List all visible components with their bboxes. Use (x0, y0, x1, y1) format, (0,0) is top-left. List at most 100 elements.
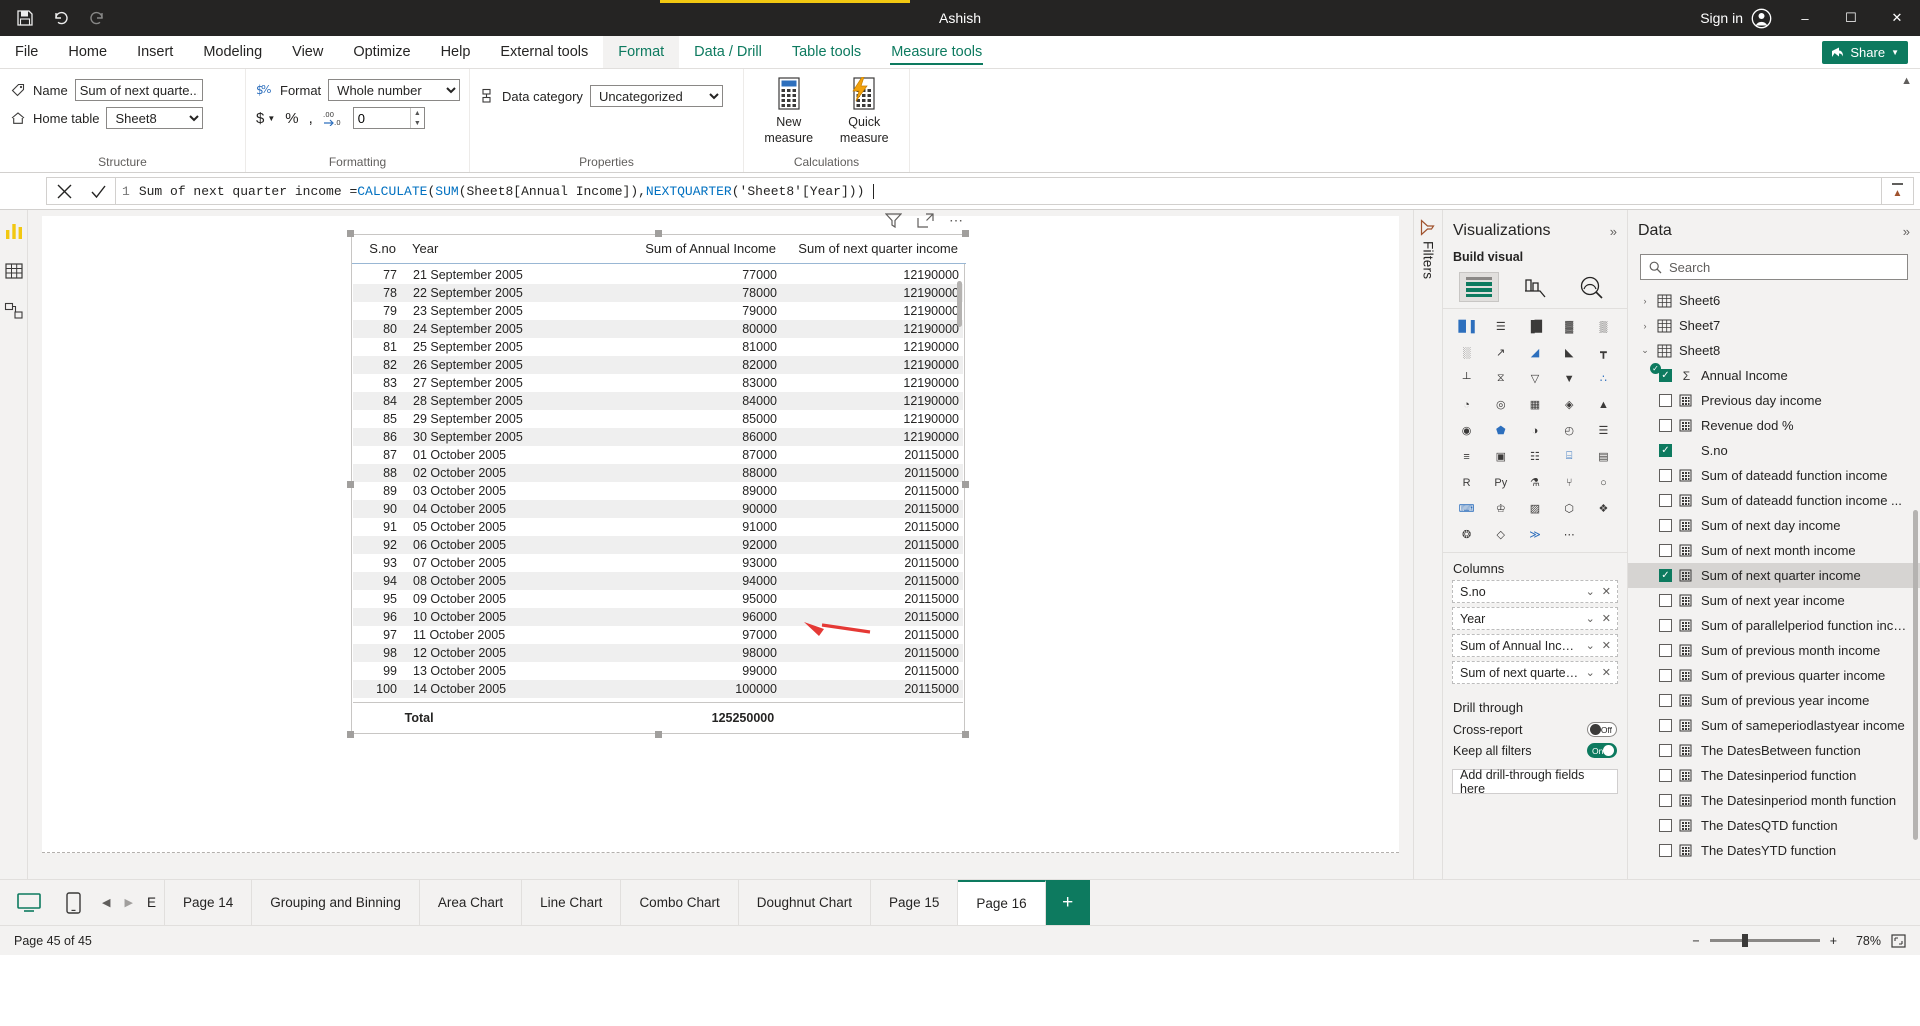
column-well-chip[interactable]: Sum of Annual Income⌄✕ (1452, 634, 1618, 657)
table-row[interactable]: 9711 October 20059700020115000 (353, 626, 963, 644)
chevron-down-icon[interactable]: ⌄ (1584, 585, 1597, 598)
table-row[interactable]: 8630 September 20058600012190000 (353, 428, 963, 446)
stacked-area-chart-icon[interactable]: ◣ (1554, 341, 1585, 364)
table-row[interactable]: 7721 September 20057700012190000 (353, 266, 963, 284)
field-checkbox[interactable] (1659, 694, 1672, 707)
field-checkbox[interactable] (1659, 544, 1672, 557)
line-and-stacked-column-icon[interactable]: ┳ (1588, 341, 1619, 364)
deneb-visual-icon[interactable]: ≫ (1519, 523, 1550, 546)
zoom-slider[interactable] (1710, 939, 1820, 942)
page-tab-page-14[interactable]: Page 14 (165, 880, 252, 925)
table-row[interactable]: 9509 October 20059500020115000 (353, 590, 963, 608)
column-header-year[interactable]: Year (404, 235, 599, 264)
drill-through-drop-target[interactable]: Add drill-through fields here (1452, 769, 1618, 794)
decrease-decimal-icon[interactable]: .00.0 (323, 110, 343, 126)
table-row[interactable]: 7923 September 20057900012190000 (353, 302, 963, 320)
globe-visual-icon[interactable]: ❂ (1451, 523, 1482, 546)
close-button[interactable]: ✕ (1874, 0, 1920, 36)
field-checkbox[interactable] (1659, 744, 1672, 757)
clustered-bar-chart-icon[interactable]: ▐▉ (1519, 315, 1550, 338)
data-field-row[interactable]: Sum of sameperiodlastyear income (1628, 713, 1920, 738)
line-chart-icon[interactable]: ↗ (1485, 341, 1516, 364)
page-tab-page-15[interactable]: Page 15 (871, 880, 958, 925)
table-row[interactable]: 9408 October 20059400020115000 (353, 572, 963, 590)
model-view-icon[interactable] (3, 300, 25, 322)
waterfall-chart-icon[interactable]: ▽ (1519, 367, 1550, 390)
data-field-row[interactable]: Sum of next month income (1628, 538, 1920, 563)
hundred-percent-stacked-column-icon[interactable]: ░ (1451, 341, 1482, 364)
table-row[interactable]: 8701 October 20058700020115000 (353, 446, 963, 464)
gauge-chart-icon[interactable]: ◴ (1554, 419, 1585, 442)
resize-handle-sw[interactable] (347, 731, 354, 738)
table-row[interactable]: 9812 October 20059800020115000 (353, 644, 963, 662)
dax-formula-input[interactable]: 1 Sum of next quarter income = CALCULATE… (116, 177, 1882, 205)
page-tab-area-chart[interactable]: Area Chart (420, 880, 522, 925)
prev-page-arrow[interactable]: ◀ (102, 896, 110, 909)
filled-map-icon[interactable]: ▲ (1588, 393, 1619, 416)
table-row[interactable]: 7822 September 20057800012190000 (353, 284, 963, 302)
resize-handle-s[interactable] (655, 731, 662, 738)
table-row[interactable]: 8327 September 20058300012190000 (353, 374, 963, 392)
ribbon-tab-modeling[interactable]: Modeling (188, 36, 277, 68)
ribbon-tab-table-tools[interactable]: Table tools (777, 36, 876, 68)
mobile-layout-icon[interactable] (60, 890, 86, 916)
new-measure-button[interactable]: New measure (754, 75, 824, 146)
more-options-icon[interactable]: ⋯ (949, 212, 965, 229)
ribbon-tab-format[interactable]: Format (603, 36, 679, 68)
table-row[interactable]: 10115 October 200510100020115000 (353, 698, 963, 701)
zoom-in-button[interactable]: + (1830, 934, 1837, 948)
donut-chart-icon[interactable]: ◎ (1485, 393, 1516, 416)
measure-name-input[interactable] (75, 79, 203, 101)
chevron-right-icon[interactable]: › (1640, 296, 1650, 306)
chevron-down-icon[interactable]: ⌄ (1640, 345, 1650, 356)
add-page-button[interactable]: + (1046, 880, 1090, 925)
power-apps-icon[interactable]: ⬡ (1554, 497, 1585, 520)
q-and-a-icon[interactable]: ○ (1588, 471, 1619, 494)
ribbon-tab-external-tools[interactable]: External tools (485, 36, 603, 68)
share-button[interactable]: Share ▼ (1822, 41, 1908, 64)
remove-x-icon[interactable]: ✕ (1600, 639, 1613, 652)
table-row[interactable]: 8125 September 20058100012190000 (353, 338, 963, 356)
chevron-right-icon[interactable]: » (1903, 224, 1910, 239)
pie-chart-icon[interactable]: ◔ (1451, 393, 1482, 416)
stacked-bar-chart-icon[interactable]: ▉▐ (1451, 315, 1482, 338)
cross-report-toggle[interactable]: Off (1587, 722, 1617, 737)
kpi-icon[interactable]: ▣ (1485, 445, 1516, 468)
field-checkbox[interactable]: ✓ (1659, 444, 1672, 457)
decimal-places-stepper[interactable]: ▲▼ (353, 107, 425, 129)
resize-handle-se[interactable] (962, 731, 969, 738)
decomposition-tree-icon[interactable]: ⑂ (1554, 471, 1585, 494)
focus-mode-icon[interactable] (917, 213, 934, 228)
formula-bar-collapse-button[interactable]: ▲ (1882, 177, 1914, 205)
page-tab-truncated[interactable]: E (139, 880, 165, 925)
slicer-icon[interactable]: ☷ (1519, 445, 1550, 468)
data-field-row[interactable]: Previous day income (1628, 388, 1920, 413)
quick-measure-button[interactable]: Quick measure (830, 75, 900, 146)
data-field-row[interactable]: ✓S.no (1628, 438, 1920, 463)
metrics-icon[interactable]: ♔ (1485, 497, 1516, 520)
ribbon-chart-icon[interactable]: ⧖ (1485, 367, 1516, 390)
stepper-down-icon[interactable]: ▼ (411, 118, 424, 128)
python-visual-icon[interactable]: Py (1485, 471, 1516, 494)
chevron-down-icon[interactable]: ⌄ (1584, 612, 1597, 625)
chevron-down-icon[interactable]: ⌄ (1584, 666, 1597, 679)
scatter-chart-icon[interactable]: ∴ (1588, 367, 1619, 390)
resize-handle-ne[interactable] (962, 230, 969, 237)
data-field-row[interactable]: Sum of next day income (1628, 513, 1920, 538)
more-visuals-icon[interactable]: ⋯ (1554, 523, 1585, 546)
field-checkbox[interactable] (1659, 769, 1672, 782)
ribbon-tab-help[interactable]: Help (426, 36, 486, 68)
data-category-select[interactable]: Uncategorized (590, 85, 723, 107)
cancel-x-icon[interactable] (47, 178, 81, 205)
field-checkbox[interactable] (1659, 644, 1672, 657)
column-well-chip[interactable]: Year⌄✕ (1452, 607, 1618, 630)
ribbon-tab-home[interactable]: Home (53, 36, 122, 68)
visualization-gallery[interactable]: ▉▐☰▐▉▓▒░↗◢◣┳┴⧖▽▼∴◔◎▦◈▲◉⬟◑◴☰≡▣☷⌸▤RPy⚗⑂○⌨♔… (1443, 308, 1627, 553)
table-row[interactable]: 8529 September 20058500012190000 (353, 410, 963, 428)
desktop-layout-icon[interactable] (16, 890, 42, 916)
field-checkbox[interactable] (1659, 844, 1672, 857)
maximize-button[interactable]: ☐ (1828, 0, 1874, 36)
table-row[interactable]: 9004 October 20059000020115000 (353, 500, 963, 518)
data-field-row[interactable]: Sum of dateadd function income ... (1628, 488, 1920, 513)
data-field-row[interactable]: The Datesinperiod month function (1628, 788, 1920, 813)
